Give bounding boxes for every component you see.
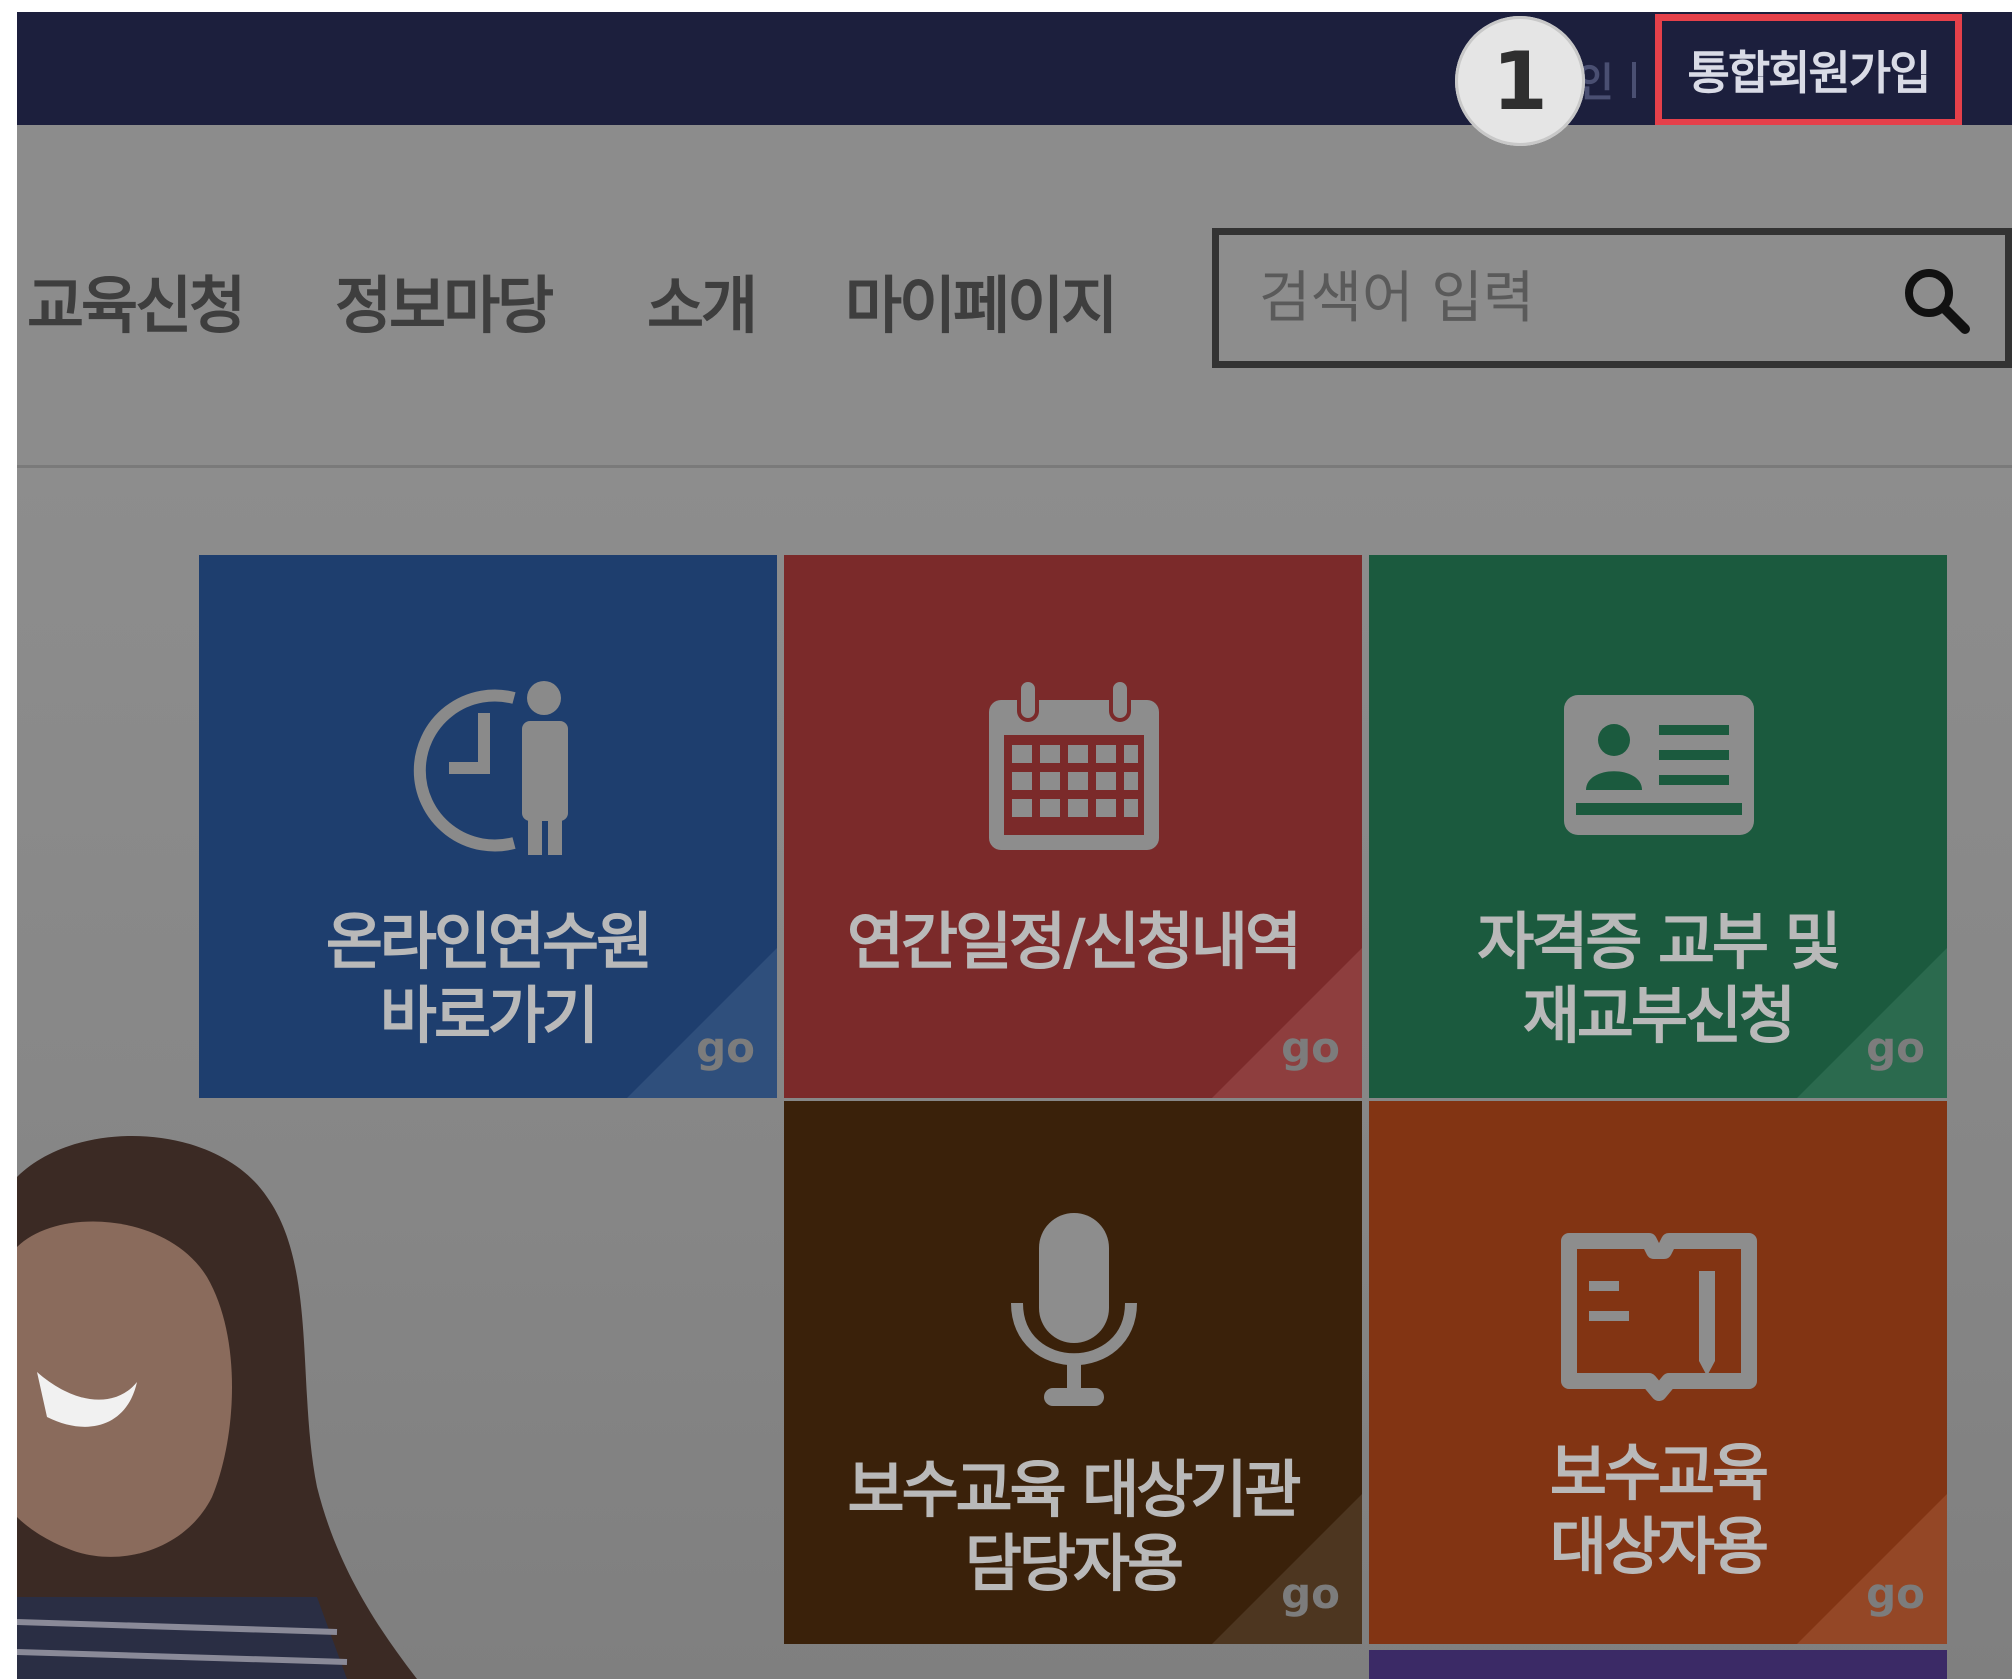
tile-license-issue[interactable]: 자격증 교부 및 재교부신청 go — [1369, 555, 1947, 1098]
tile-institution-manager[interactable]: 보수교육 대상기관 담당자용 go — [784, 1101, 1362, 1644]
nav-item-mypage[interactable]: 마이페이지 — [845, 255, 1118, 345]
go-link[interactable]: go — [1866, 1569, 1925, 1618]
nav-item-info[interactable]: 정보마당 — [335, 255, 554, 345]
tile-annual-schedule[interactable]: 연간일정/신청내역 go — [784, 555, 1362, 1098]
top-utility-bar: 인 통합회원가입 — [17, 12, 2012, 126]
search-icon[interactable] — [1899, 263, 1975, 339]
tile-continuing-education-target[interactable]: 보수교육 대상자용 go — [1369, 1101, 1947, 1644]
signup-button[interactable]: 통합회원가입 — [1655, 14, 1962, 126]
nav-item-about[interactable]: 소개 — [647, 255, 758, 345]
id-card-icon — [1564, 695, 1754, 835]
microphone-icon — [1011, 1213, 1137, 1406]
search-box — [1212, 228, 2012, 368]
go-link[interactable]: go — [1281, 1023, 1340, 1072]
tile-partial[interactable] — [1369, 1650, 1947, 1679]
go-link[interactable]: go — [1866, 1023, 1925, 1072]
main-nav: 교육신청 정보마당 소개 마이페이지 — [17, 125, 2012, 468]
calendar-icon — [989, 680, 1159, 850]
nav-item-education-apply[interactable]: 교육신청 — [27, 255, 246, 345]
search-input[interactable] — [1257, 257, 1821, 339]
clock-person-icon — [413, 681, 568, 855]
student-photo — [17, 1135, 417, 1679]
go-link[interactable]: go — [1281, 1569, 1340, 1618]
page-frame: 인 통합회원가입 1 교육신청 정보마당 소개 마이페이지 검색어 입력 온라인… — [17, 12, 2012, 1679]
tile-online-campus[interactable]: 온라인연수원 바로가기 go — [199, 555, 777, 1098]
utility-separator — [1632, 62, 1636, 98]
signup-label: 통합회원가입 — [1687, 46, 1932, 100]
book-icon — [1561, 1233, 1757, 1401]
go-link[interactable]: go — [696, 1023, 755, 1072]
step-number-badge: 1 — [1455, 16, 1585, 146]
